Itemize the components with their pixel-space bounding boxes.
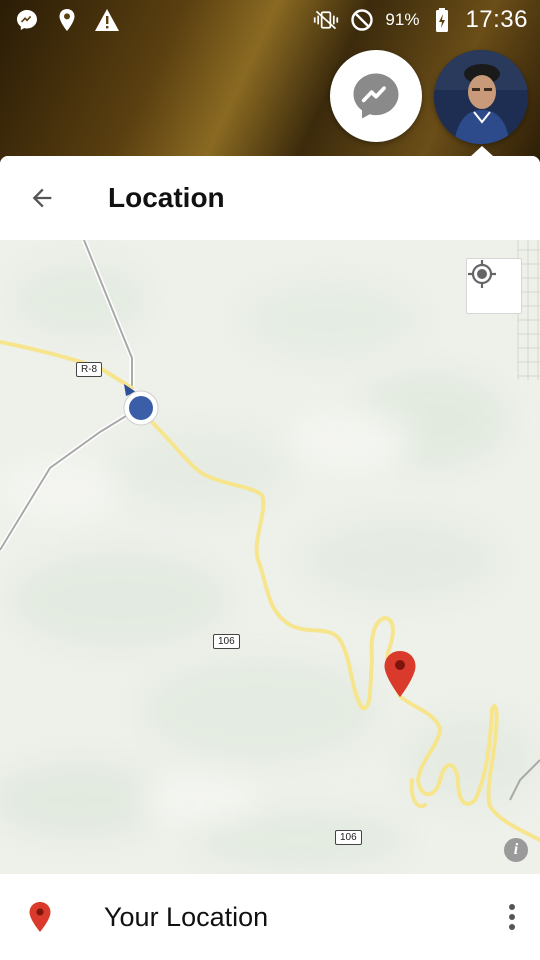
clock: 17:36 xyxy=(465,6,528,33)
map-info-button[interactable]: i xyxy=(504,838,528,862)
do-not-disturb-icon xyxy=(349,7,375,33)
location-footer[interactable]: Your Location xyxy=(0,874,540,960)
app-bar: Location xyxy=(0,156,540,240)
avatar-photo xyxy=(434,50,528,144)
messenger-icon xyxy=(14,7,40,33)
avatar[interactable] xyxy=(434,50,528,144)
location-pin-icon xyxy=(29,902,51,932)
road-label: R-8 xyxy=(76,362,103,377)
road-label: 106 xyxy=(335,830,362,845)
vibrate-icon xyxy=(313,7,339,33)
chat-head-caret xyxy=(471,146,493,156)
map-canvas xyxy=(0,240,540,874)
battery-icon xyxy=(429,7,455,33)
my-location-button[interactable] xyxy=(466,258,522,314)
back-button[interactable] xyxy=(0,156,84,240)
back-arrow-icon xyxy=(32,188,52,208)
location-label: Your Location xyxy=(104,901,269,932)
destination-pin-icon[interactable] xyxy=(383,650,417,698)
location-panel: Location R-8 106 106 i Your Location xyxy=(0,156,540,960)
battery-percent: 91% xyxy=(385,10,420,29)
road-label: 106 xyxy=(213,634,240,649)
status-bar: 91% 17:36 xyxy=(0,0,540,40)
user-location-marker xyxy=(123,384,159,426)
page-title: Location xyxy=(108,182,225,213)
more-options-button[interactable] xyxy=(484,887,540,947)
more-vert-icon xyxy=(509,904,515,930)
messenger-icon xyxy=(353,73,399,119)
warning-icon xyxy=(94,7,120,33)
my-location-icon xyxy=(468,260,496,288)
messenger-chat-head[interactable] xyxy=(330,50,422,142)
map-view[interactable]: R-8 106 106 106 i xyxy=(0,240,540,874)
location-icon xyxy=(54,7,80,33)
